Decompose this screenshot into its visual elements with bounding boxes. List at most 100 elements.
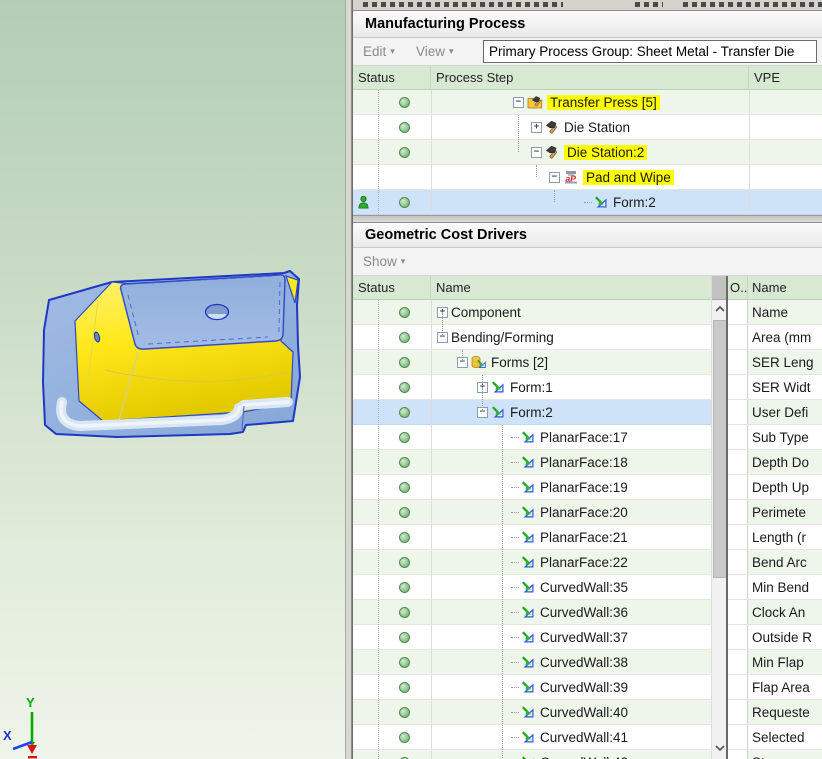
gcd-label: PlanarFace:18 (540, 455, 628, 470)
show-menu-button[interactable]: Show ▾ (363, 248, 405, 275)
gcd-tree-row[interactable]: PlanarFace:21 (353, 525, 711, 550)
property-row[interactable]: Min Bend (728, 575, 822, 600)
gcd-tree-row[interactable]: +Component (353, 300, 711, 325)
property-row[interactable]: Length (r (728, 525, 822, 550)
status-cell (378, 375, 431, 399)
property-row[interactable]: Min Flap (728, 650, 822, 675)
property-row[interactable]: Selected (728, 725, 822, 750)
gcd-tree-row[interactable]: PlanarFace:20 (353, 500, 711, 525)
gcd-name-cell: CurvedWall:38 (431, 650, 711, 674)
gcd-tree-row[interactable]: CurvedWall:41 (353, 725, 711, 750)
column-header-name[interactable]: Name (431, 276, 711, 299)
3d-viewport[interactable]: Y X (0, 0, 345, 759)
property-row[interactable]: Sub Type (728, 425, 822, 450)
property-row[interactable]: Perimete (728, 500, 822, 525)
property-o-cell (728, 375, 748, 399)
sheet-metal-part[interactable] (0, 0, 345, 759)
property-o-cell (728, 350, 748, 374)
property-name-cell: Name (748, 300, 822, 324)
gcd-toolbar: Show ▾ (353, 248, 822, 276)
property-row[interactable]: Depth Do (728, 450, 822, 475)
expand-icon[interactable]: + (437, 307, 448, 318)
gcd-tree-row[interactable]: CurvedWall:39 (353, 675, 711, 700)
process-row[interactable]: −aPPad and Wipe (353, 165, 822, 190)
status-dot-green (399, 707, 410, 718)
gcd-tree-row[interactable]: PlanarFace:18 (353, 450, 711, 475)
process-row[interactable]: −Transfer Press [5]aPriori Bas (353, 90, 822, 115)
gcd-tree-row[interactable]: CurvedWall:35 (353, 575, 711, 600)
gcd-tree-row[interactable]: CurvedWall:40 (353, 700, 711, 725)
property-row[interactable]: Sta (728, 750, 822, 759)
horizontal-splitter[interactable] (353, 215, 822, 222)
column-header-process-step[interactable]: Process Step (431, 66, 749, 89)
collapse-icon[interactable]: − (549, 172, 560, 183)
gcd-tree-row[interactable]: + Form:1 (353, 375, 711, 400)
process-row[interactable]: Form:2aPriori Bas (353, 190, 822, 215)
process-group-input[interactable] (483, 40, 817, 63)
gcd-name-cell: PlanarFace:18 (431, 450, 711, 474)
status-dot-green (399, 682, 410, 693)
scrollbar-thumb[interactable] (713, 320, 727, 578)
press-folder-icon (527, 95, 543, 110)
process-row[interactable]: −Die Station:2aPriori Bas (353, 140, 822, 165)
gcd-tree-row[interactable]: −Forms [2] (353, 350, 711, 375)
form-icon (521, 755, 536, 759)
column-header-vpe[interactable]: VPE (749, 66, 822, 89)
form-icon (521, 530, 536, 545)
vertical-splitter[interactable] (345, 0, 352, 759)
property-o-cell (728, 625, 748, 649)
gcd-tree-row[interactable]: CurvedWall:38 (353, 650, 711, 675)
axis-triad: Y X (2, 690, 62, 759)
process-row[interactable]: +Die StationaPriori Bas (353, 115, 822, 140)
edit-menu-button[interactable]: Edit ▾ (363, 38, 395, 65)
property-row[interactable]: Clock An (728, 600, 822, 625)
gcd-tree-row[interactable]: CurvedWall:37 (353, 625, 711, 650)
property-row[interactable]: Requeste (728, 700, 822, 725)
gcd-tree-row[interactable]: PlanarFace:17 (353, 425, 711, 450)
property-row[interactable]: Bend Arc (728, 550, 822, 575)
collapse-icon[interactable]: − (457, 357, 468, 368)
tree-elbow (511, 486, 519, 488)
gcd-tree-row[interactable]: CurvedWall:36 (353, 600, 711, 625)
property-row[interactable]: Flap Area (728, 675, 822, 700)
gcd-tree-row[interactable]: −Bending/Forming (353, 325, 711, 350)
gcd-tree-row[interactable]: CurvedWall:42 (353, 750, 711, 759)
property-name-cell: Selected (748, 725, 822, 749)
process-step-label: Pad and Wipe (583, 170, 674, 185)
collapse-icon[interactable]: − (477, 407, 488, 418)
gcd-tree-row[interactable]: PlanarFace:19 (353, 475, 711, 500)
forms-folder-icon (471, 355, 487, 370)
property-name-cell: User Defi (748, 400, 822, 424)
property-row[interactable]: Outside R (728, 625, 822, 650)
collapse-icon[interactable]: − (513, 97, 524, 108)
gcd-label: Bending/Forming (451, 330, 554, 345)
collapse-icon[interactable]: − (437, 332, 448, 343)
gcd-tree-row[interactable]: −Form:2 (353, 400, 711, 425)
property-o-cell (728, 525, 748, 549)
expand-icon[interactable]: + (531, 122, 542, 133)
column-header-name[interactable]: Name (748, 276, 822, 299)
property-row[interactable]: Area (mm (728, 325, 822, 350)
property-row[interactable]: Depth Up (728, 475, 822, 500)
gcd-label: Form:1 (510, 380, 553, 395)
column-header-status[interactable]: Status (353, 66, 431, 89)
expand-icon[interactable]: + (477, 382, 488, 393)
view-menu-button[interactable]: View ▾ (416, 38, 454, 65)
column-header-status[interactable]: Status (353, 276, 431, 299)
collapse-icon[interactable]: − (531, 147, 542, 158)
property-name-cell: Sub Type (748, 425, 822, 449)
status-cell (378, 725, 431, 749)
row-gutter (353, 190, 378, 214)
property-row[interactable]: SER Widt (728, 375, 822, 400)
status-dot-green (399, 457, 410, 468)
property-row[interactable]: Name (728, 300, 822, 325)
part-top-face[interactable] (121, 275, 286, 349)
gcd-label: CurvedWall:41 (540, 730, 628, 745)
property-o-cell (728, 650, 748, 674)
gcd-tree-row[interactable]: PlanarFace:22 (353, 550, 711, 575)
property-row[interactable]: SER Leng (728, 350, 822, 375)
property-row[interactable]: User Defi (728, 400, 822, 425)
column-header-o[interactable]: O... (728, 276, 748, 299)
row-gutter (353, 350, 378, 374)
gcd-name-cell: PlanarFace:22 (431, 550, 711, 574)
